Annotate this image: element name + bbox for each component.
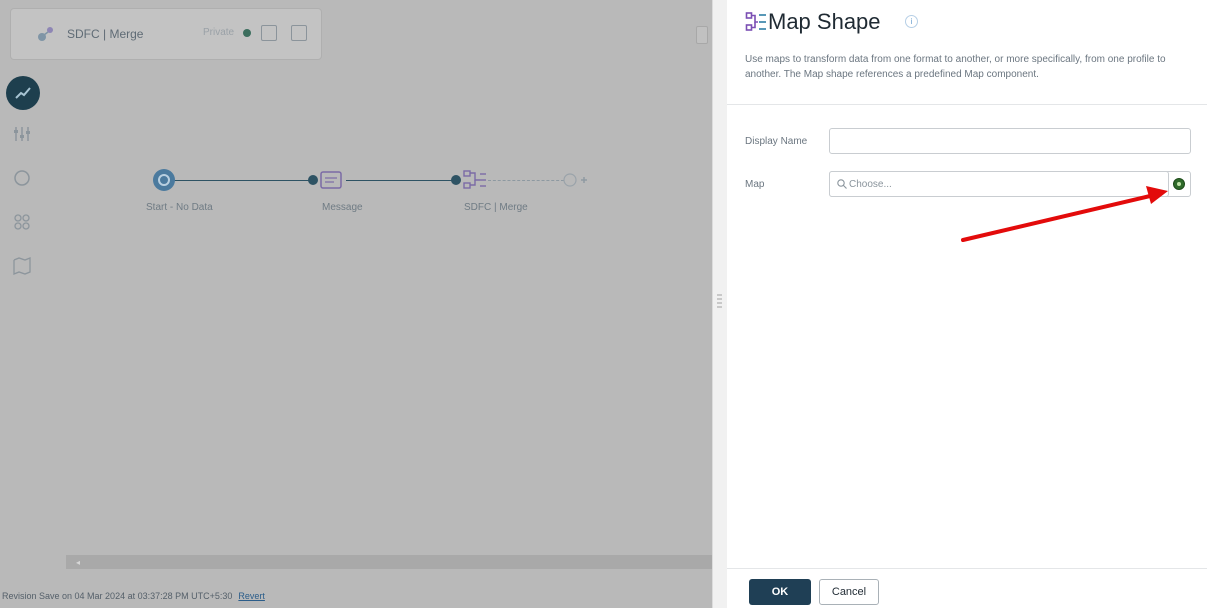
ok-button[interactable]: OK bbox=[749, 579, 811, 605]
add-map-button[interactable] bbox=[1173, 178, 1185, 190]
revision-text: Revision Save on 04 Mar 2024 at 03:37:28… bbox=[2, 591, 233, 601]
panel-header: Map Shape i Use maps to transform data f… bbox=[727, 0, 1207, 105]
display-name-label: Display Name bbox=[745, 136, 808, 147]
folder-icon[interactable] bbox=[261, 25, 277, 41]
components-icon[interactable] bbox=[10, 210, 34, 234]
process-tab[interactable]: SDFC | Merge Private bbox=[10, 8, 322, 60]
process-status: Private bbox=[203, 27, 235, 38]
drag-grip-icon[interactable] bbox=[717, 294, 722, 310]
connector-line bbox=[346, 180, 452, 181]
connector-line bbox=[170, 180, 310, 181]
map-shape-icon bbox=[745, 12, 766, 31]
cancel-button[interactable]: Cancel bbox=[819, 579, 879, 605]
map-chooser-placeholder: Choose... bbox=[849, 179, 892, 190]
revision-footer: Revision Save on 04 Mar 2024 at 03:37:28… bbox=[2, 591, 265, 601]
status-dot-icon bbox=[243, 29, 251, 37]
node-label: Start - No Data bbox=[146, 202, 213, 213]
map-node-icon[interactable] bbox=[449, 168, 489, 192]
revert-link[interactable]: Revert bbox=[238, 591, 265, 601]
map-shape-panel: Map Shape i Use maps to transform data f… bbox=[727, 0, 1207, 609]
panel-footer: OK Cancel bbox=[727, 568, 1207, 609]
map-icon[interactable] bbox=[10, 254, 34, 278]
process-canvas: SDFC | Merge Private Start - No Data Mes… bbox=[0, 0, 712, 608]
process-title: SDFC | Merge bbox=[67, 27, 144, 41]
node-label: Message bbox=[322, 202, 363, 213]
build-tab-icon[interactable] bbox=[6, 76, 40, 110]
message-node-icon[interactable] bbox=[306, 169, 350, 191]
map-label: Map bbox=[745, 179, 765, 190]
horizontal-scrollbar[interactable]: ◂ bbox=[66, 555, 712, 569]
process-icon bbox=[38, 27, 53, 41]
connector-line-dashed bbox=[488, 180, 564, 181]
settings-sliders-icon[interactable] bbox=[10, 122, 34, 146]
display-name-field[interactable] bbox=[829, 128, 1191, 154]
info-icon[interactable]: i bbox=[905, 15, 918, 28]
scroll-left-icon[interactable]: ◂ bbox=[76, 558, 84, 567]
start-node-icon[interactable] bbox=[150, 166, 178, 194]
panel-divider[interactable] bbox=[712, 0, 728, 608]
panel-description: Use maps to transform data from one form… bbox=[745, 54, 1166, 80]
map-chooser[interactable]: Choose... bbox=[829, 171, 1169, 197]
node-label: SDFC | Merge bbox=[464, 202, 528, 213]
panel-title: Map Shape bbox=[768, 9, 881, 34]
add-shape-icon[interactable] bbox=[560, 170, 596, 190]
save-icon[interactable] bbox=[291, 25, 307, 41]
refresh-icon[interactable] bbox=[10, 166, 34, 190]
search-icon bbox=[837, 179, 847, 189]
collapse-handle[interactable] bbox=[696, 26, 708, 44]
